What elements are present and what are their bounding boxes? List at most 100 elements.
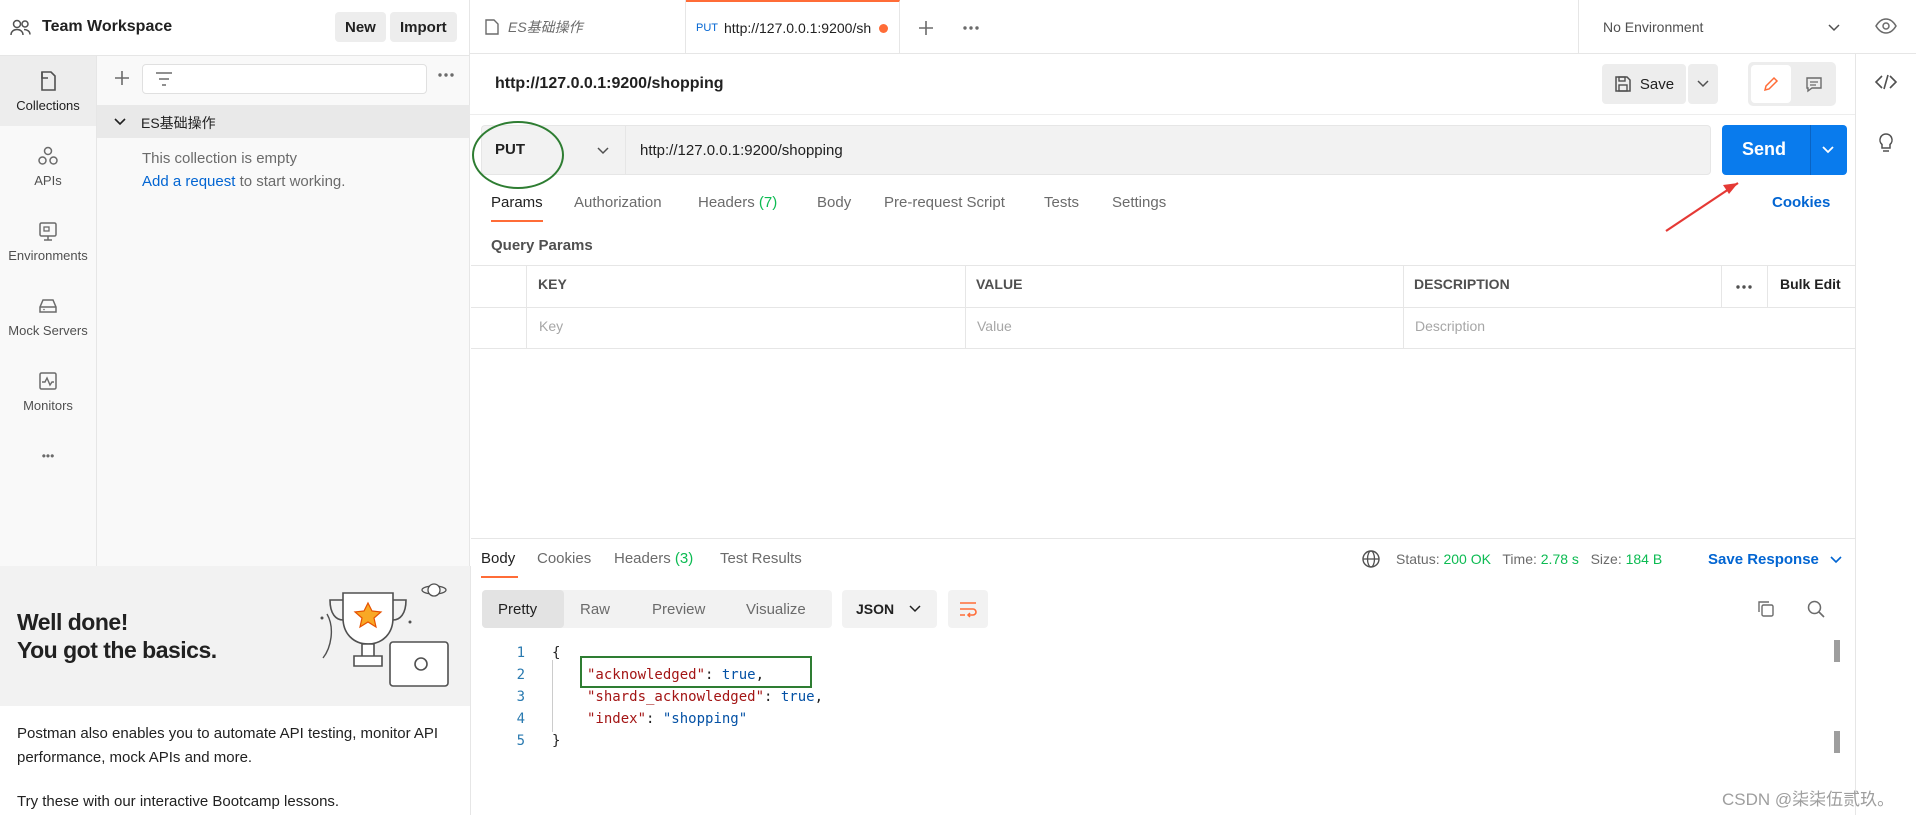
save-button[interactable]: Save xyxy=(1602,64,1686,104)
add-request-link[interactable]: Add a request xyxy=(142,173,235,190)
response-headers-count: (3) xyxy=(674,550,694,567)
mock-servers-icon xyxy=(37,295,59,317)
tab-request-label: http://127.0.0.1:9200/sh xyxy=(724,20,872,36)
time-label: Time: xyxy=(1502,551,1537,567)
column-divider xyxy=(526,265,527,349)
headers-count: (7) xyxy=(758,194,778,211)
line-number: 3 xyxy=(516,689,525,705)
collection-search-input[interactable] xyxy=(142,64,427,94)
save-icon xyxy=(1614,75,1632,93)
cookies-link[interactable]: Cookies xyxy=(1772,194,1830,211)
time-value[interactable]: 2.78 s xyxy=(1541,551,1579,567)
json-value: true xyxy=(780,689,815,705)
sidebar-item-collections[interactable]: Collections xyxy=(0,56,96,126)
chevron-down-icon[interactable] xyxy=(113,115,127,129)
column-divider xyxy=(1721,265,1722,307)
line-number: 2 xyxy=(516,667,525,683)
description-input[interactable]: Description xyxy=(1415,318,1485,334)
tab-params[interactable]: Params xyxy=(491,194,543,211)
value-input[interactable]: Value xyxy=(977,318,1012,334)
params-table xyxy=(471,265,1855,349)
tab-method: PUT xyxy=(696,22,718,34)
tab-pre-request-script[interactable]: Pre-request Script xyxy=(884,194,1005,211)
tab-headers[interactable]: Headers (7) xyxy=(698,194,777,211)
format-select[interactable]: JSON xyxy=(842,590,937,628)
team-icon xyxy=(10,18,32,38)
save-response-button[interactable]: Save Response xyxy=(1708,551,1843,568)
monitors-icon xyxy=(37,370,59,392)
collection-empty-text: This collection is empty xyxy=(142,150,298,167)
line-number: 1 xyxy=(516,645,525,661)
globe-icon[interactable] xyxy=(1361,549,1381,569)
more-icon[interactable]: ••• xyxy=(0,431,96,481)
sidebar-item-monitors[interactable]: Monitors xyxy=(0,356,96,426)
mode-toggle xyxy=(1748,62,1836,106)
bulk-edit-button[interactable]: Bulk Edit xyxy=(1780,276,1841,292)
response-tab-body[interactable]: Body xyxy=(481,550,515,567)
eye-icon[interactable] xyxy=(1874,16,1898,36)
chevron-down-icon[interactable] xyxy=(1821,143,1835,157)
send-button[interactable]: Send xyxy=(1722,125,1847,175)
tabs-more-icon[interactable] xyxy=(961,23,981,33)
new-button[interactable]: New xyxy=(335,12,386,42)
unsaved-dot-icon xyxy=(879,23,889,33)
scrollbar-thumb[interactable] xyxy=(1834,640,1840,662)
sidebar-item-mock-servers[interactable]: Mock Servers xyxy=(0,281,96,351)
filter-icon xyxy=(155,71,173,87)
copy-icon[interactable] xyxy=(1756,599,1776,619)
sidebar-item-label: Collections xyxy=(16,97,80,113)
workspace-title[interactable]: Team Workspace xyxy=(42,18,172,36)
url-input[interactable]: http://127.0.0.1:9200/shopping xyxy=(625,125,1711,175)
code-icon[interactable] xyxy=(1874,72,1898,92)
chevron-down-icon xyxy=(1696,77,1710,91)
add-request-suffix: to start working. xyxy=(235,173,346,190)
chevron-down-icon xyxy=(596,144,610,158)
environment-select[interactable]: No Environment xyxy=(1578,0,1856,54)
import-button[interactable]: Import xyxy=(390,12,457,42)
view-preview[interactable]: Preview xyxy=(636,590,721,628)
key-input[interactable]: Key xyxy=(539,318,563,334)
view-raw[interactable]: Raw xyxy=(564,590,626,628)
json-punct: , xyxy=(814,689,824,705)
tab-tests[interactable]: Tests xyxy=(1044,194,1079,211)
request-title[interactable]: http://127.0.0.1:9200/shopping xyxy=(495,75,724,93)
wrap-lines-icon[interactable] xyxy=(948,590,988,628)
format-value: JSON xyxy=(856,601,895,617)
view-visualize[interactable]: Visualize xyxy=(730,590,822,628)
scrollbar-thumb[interactable] xyxy=(1834,731,1840,753)
tab-authorization[interactable]: Authorization xyxy=(574,194,662,211)
collection-item[interactable]: ES基础操作 xyxy=(97,105,470,138)
tab-collection[interactable]: ES基础操作 xyxy=(470,0,686,54)
promo-heading: Well done! You got the basics. xyxy=(17,608,217,664)
size-value[interactable]: 184 B xyxy=(1626,551,1663,567)
response-tab-test-results[interactable]: Test Results xyxy=(720,550,802,567)
add-collection-icon[interactable] xyxy=(112,68,132,88)
column-divider xyxy=(965,265,966,349)
json-key: "index" xyxy=(587,711,647,727)
edit-mode-pencil-icon[interactable] xyxy=(1751,65,1791,103)
sidebar-item-apis[interactable]: APIs xyxy=(0,131,96,201)
view-pretty[interactable]: Pretty xyxy=(482,590,564,628)
response-tab-cookies[interactable]: Cookies xyxy=(537,550,591,567)
sidebar-item-label: APIs xyxy=(34,172,62,188)
environments-icon xyxy=(37,220,59,242)
collection-name[interactable]: ES基础操作 xyxy=(141,113,216,133)
status-value[interactable]: 200 OK xyxy=(1443,551,1490,567)
response-view-options: Pretty Raw Preview Visualize xyxy=(482,590,832,628)
save-dropdown-button[interactable] xyxy=(1688,64,1718,104)
new-tab-icon[interactable] xyxy=(916,18,936,38)
code-line: } xyxy=(552,733,561,749)
lightbulb-icon[interactable] xyxy=(1876,132,1896,154)
sidebar-item-environments[interactable]: Environments xyxy=(0,206,96,276)
tab-body[interactable]: Body xyxy=(817,194,851,211)
indent-guide xyxy=(552,660,553,732)
response-tab-headers[interactable]: Headers (3) xyxy=(614,550,693,567)
comment-icon[interactable] xyxy=(1794,65,1834,103)
tab-put-request[interactable]: PUT http://127.0.0.1:9200/sh xyxy=(686,0,900,54)
active-tab-indicator xyxy=(491,220,543,222)
table-more-icon[interactable] xyxy=(1734,282,1754,292)
status-label: Status: xyxy=(1396,551,1440,567)
collections-more-icon[interactable] xyxy=(436,70,456,80)
search-icon[interactable] xyxy=(1806,599,1826,619)
tab-settings[interactable]: Settings xyxy=(1112,194,1166,211)
